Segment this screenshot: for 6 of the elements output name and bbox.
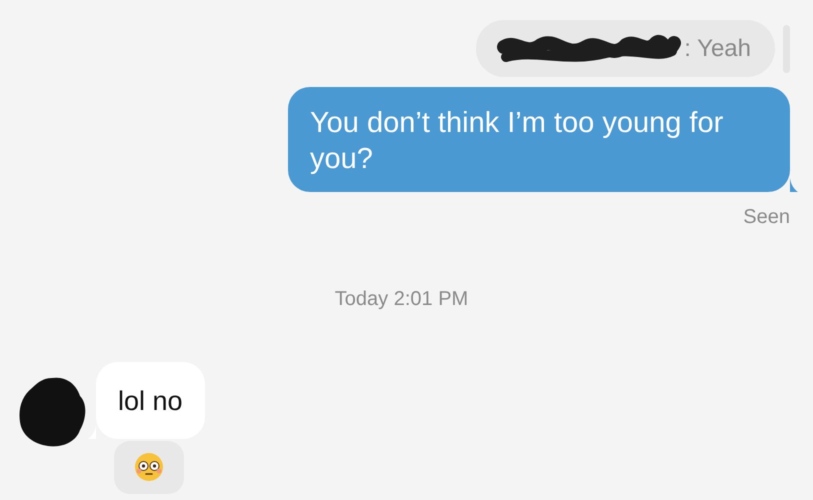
bubble-tail: [790, 178, 798, 192]
quoted-reply[interactable]: : Yeah: [476, 20, 775, 77]
flushed-emoji-icon: [134, 452, 164, 482]
timestamp: Today 2:01 PM: [334, 286, 470, 312]
read-receipt: Seen: [742, 204, 790, 230]
quote-text: : Yeah: [684, 34, 751, 64]
